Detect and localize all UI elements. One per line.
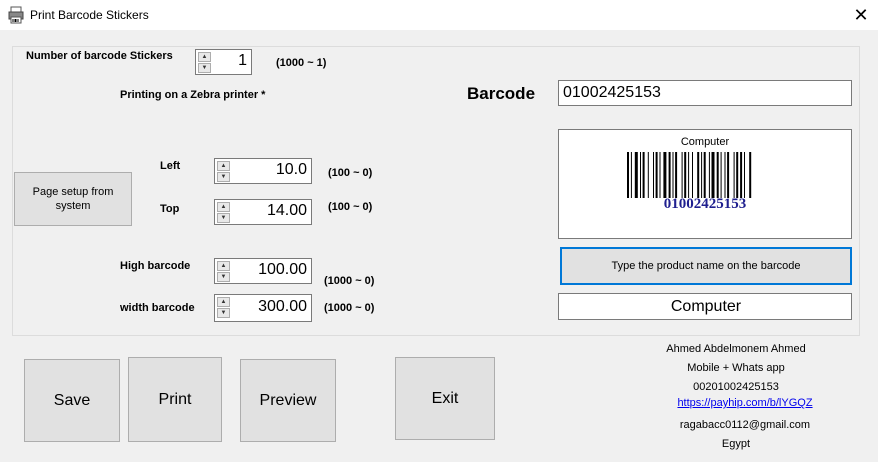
barcode-preview: Computer 01002425153 bbox=[558, 129, 852, 239]
width-barcode-range: (1000 ~ 0) bbox=[324, 302, 375, 314]
high-barcode-label: High barcode bbox=[120, 260, 191, 272]
product-name-input[interactable] bbox=[558, 293, 852, 320]
barcode-label: Barcode bbox=[467, 84, 536, 103]
contact-link[interactable]: https://payhip.com/b/lYGQZ bbox=[645, 397, 845, 409]
printer-app-icon bbox=[8, 6, 24, 24]
barcode-input[interactable] bbox=[558, 80, 852, 106]
spin-down-icon[interactable]: ▼ bbox=[217, 213, 230, 223]
high-barcode-range: (1000 ~ 0) bbox=[324, 275, 375, 287]
preview-barcode-number: 01002425153 bbox=[663, 196, 747, 212]
spin-up-icon[interactable]: ▲ bbox=[217, 202, 230, 212]
high-barcode-value: 100.00 bbox=[258, 261, 307, 278]
page-setup-button[interactable]: Page setup from system bbox=[14, 172, 132, 226]
stickers-value: 1 bbox=[238, 52, 247, 69]
spin-down-icon[interactable]: ▼ bbox=[217, 308, 230, 318]
preview-product-name: Computer bbox=[680, 136, 730, 148]
left-value: 10.0 bbox=[275, 161, 307, 178]
print-button[interactable]: Print bbox=[128, 357, 222, 442]
contact-name: Ahmed Abdelmonem Ahmed bbox=[666, 343, 806, 355]
left-range: (100 ~ 0) bbox=[328, 167, 373, 179]
width-barcode-value: 300.00 bbox=[258, 298, 307, 315]
contact-phone: 00201002425153 bbox=[693, 381, 779, 393]
barcode-bars bbox=[627, 152, 752, 198]
stickers-label: Number of barcode Stickers bbox=[26, 50, 173, 62]
save-button[interactable]: Save bbox=[24, 359, 120, 442]
stickers-range: (1000 ~ 1) bbox=[276, 57, 327, 69]
spin-up-icon[interactable]: ▲ bbox=[198, 52, 211, 62]
top-value: 14.00 bbox=[266, 202, 307, 219]
spin-up-icon[interactable]: ▲ bbox=[217, 261, 230, 271]
spin-down-icon[interactable]: ▼ bbox=[217, 272, 230, 282]
close-icon[interactable]: ✕ bbox=[846, 2, 876, 28]
title-bar: Print Barcode Stickers ✕ bbox=[0, 0, 878, 30]
preview-button[interactable]: Preview bbox=[240, 359, 336, 442]
width-barcode-label: width barcode bbox=[120, 302, 195, 314]
contact-mobile-label: Mobile + Whats app bbox=[687, 362, 785, 374]
top-label: Top bbox=[160, 203, 180, 215]
spin-up-icon[interactable]: ▲ bbox=[217, 161, 230, 171]
high-barcode-stepper[interactable]: ▲ ▼ 100.00 bbox=[214, 258, 312, 284]
left-stepper[interactable]: ▲ ▼ 10.0 bbox=[214, 158, 312, 184]
stickers-stepper[interactable]: ▲ ▼ 1 bbox=[195, 49, 252, 75]
contact-country: Egypt bbox=[721, 438, 751, 450]
top-range: (100 ~ 0) bbox=[328, 201, 373, 213]
spin-down-icon[interactable]: ▼ bbox=[198, 63, 211, 73]
left-label: Left bbox=[160, 160, 181, 172]
width-barcode-stepper[interactable]: ▲ ▼ 300.00 bbox=[214, 294, 312, 322]
type-product-name-button[interactable]: Type the product name on the barcode bbox=[560, 247, 852, 285]
spin-down-icon[interactable]: ▼ bbox=[217, 172, 230, 182]
window-title: Print Barcode Stickers bbox=[30, 8, 149, 22]
zebra-printer-label: Printing on a Zebra printer * bbox=[120, 89, 266, 101]
top-stepper[interactable]: ▲ ▼ 14.00 bbox=[214, 199, 312, 225]
spin-up-icon[interactable]: ▲ bbox=[217, 297, 230, 307]
exit-button[interactable]: Exit bbox=[395, 357, 495, 440]
contact-email: ragabacc0112@gmail.com bbox=[679, 419, 811, 431]
